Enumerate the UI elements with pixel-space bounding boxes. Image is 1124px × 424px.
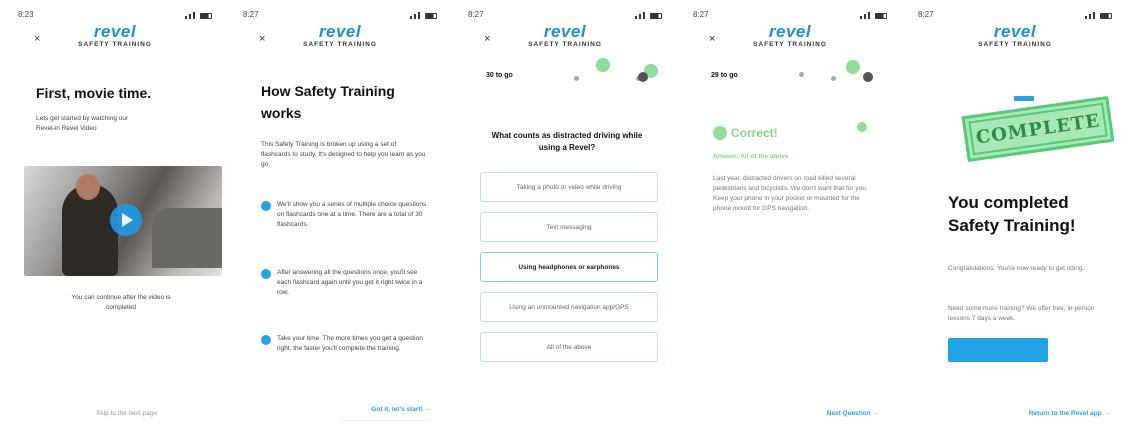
status-time: 8:27	[918, 10, 934, 19]
bullet-text: After answering all the questions once, …	[277, 269, 423, 297]
video-note: You can continue after the video is comp…	[71, 294, 171, 312]
status-time: 8:23	[18, 10, 34, 19]
screen-correct: 8:27 revel SAFETY TRAINING × 29 to go Co…	[681, 0, 899, 424]
progress-dot	[846, 60, 860, 74]
status-time: 8:27	[693, 10, 709, 19]
congrats-text: Congratulations. You're now ready to get…	[948, 265, 1085, 272]
screen-movie-time: 8:23 revel SAFETY TRAINING × First, movi…	[6, 0, 224, 424]
check-icon	[713, 126, 727, 140]
progress-dot	[863, 72, 873, 82]
close-icon[interactable]: ×	[484, 33, 490, 45]
status-time: 8:27	[243, 10, 259, 19]
progress-dot	[574, 76, 579, 81]
primary-cta-button[interactable]	[948, 338, 1048, 362]
signal-icon	[410, 12, 437, 19]
close-icon[interactable]: ×	[709, 33, 715, 45]
close-icon[interactable]: ×	[259, 33, 265, 45]
screen-complete: 8:27 revel SAFETY TRAINING COMPLETE You …	[906, 0, 1124, 424]
close-icon[interactable]: ×	[34, 33, 40, 45]
bullet-text: Take your time. The more times you get a…	[277, 335, 423, 353]
status-bar: 8:27	[693, 10, 887, 22]
skip-link[interactable]: Skip to the next page	[96, 410, 157, 417]
video-scooter	[152, 208, 222, 268]
page-subtitle: SAFETY TRAINING	[978, 41, 1052, 48]
return-to-app-link[interactable]: Return to the Revel app →	[1029, 410, 1110, 417]
bullet-dot-icon	[261, 335, 271, 345]
status-bar: 8:27	[243, 10, 437, 22]
stamp-text: COMPLETE	[968, 102, 1108, 156]
result-answer: Answer: All of the above	[713, 153, 789, 160]
bullet-item: After answering all the questions once, …	[261, 268, 429, 298]
bullet-item: Take your time. The more times you get a…	[261, 334, 429, 354]
stamp-tape	[1014, 96, 1034, 101]
answer-option-selected[interactable]: Using headphones or earphones	[480, 252, 658, 282]
progress-tracker: 30 to go	[486, 58, 658, 84]
video-person-head	[76, 174, 100, 200]
play-icon[interactable]	[110, 204, 142, 236]
bullet-text: We'll show you a series of multiple choi…	[277, 201, 427, 229]
intro-text: This Safety Training is broken up using …	[261, 141, 426, 169]
training-offer-text: Need some more training? We offer free, …	[948, 305, 1095, 323]
bullet-dot-icon	[261, 269, 271, 279]
explanation-text: Last year, distracted drivers on road ki…	[713, 175, 868, 213]
signal-icon	[185, 12, 212, 19]
signal-icon	[1085, 12, 1112, 19]
screen-question: 8:27 revel SAFETY TRAINING × 30 to go Wh…	[456, 0, 674, 424]
intro-text: Lets get started by watching our Revel-i…	[36, 115, 129, 133]
status-bar: 8:23	[18, 10, 212, 22]
status-time: 8:27	[468, 10, 484, 19]
progress-label: 30 to go	[486, 72, 513, 79]
page-title: First, movie time.	[36, 85, 152, 101]
answer-option[interactable]: All of the above	[480, 332, 658, 362]
revel-logo: revel	[993, 22, 1037, 41]
decor-dot	[857, 122, 867, 132]
signal-icon	[635, 12, 662, 19]
next-question-link[interactable]: Next Question →	[827, 410, 879, 417]
progress-dot	[831, 76, 836, 81]
answer-option[interactable]: Taking a photo or video while driving	[480, 172, 658, 202]
bullet-item: We'll show you a series of multiple choi…	[261, 200, 429, 230]
status-bar: 8:27	[918, 10, 1112, 22]
page-title: You completed Safety Training!	[948, 193, 1076, 235]
question-text: What counts as distracted driving while …	[491, 131, 643, 152]
progress-label: 29 to go	[711, 72, 738, 79]
divider	[341, 420, 431, 421]
answer-option[interactable]: Text messaging	[480, 212, 658, 242]
screen-how-it-works: 8:27 revel SAFETY TRAINING × How Safety …	[231, 0, 449, 424]
status-bar: 8:27	[468, 10, 662, 22]
page-title: How Safety Training works	[261, 83, 395, 122]
result-title: Correct!	[731, 126, 778, 140]
complete-stamp: COMPLETE	[961, 95, 1115, 163]
training-video[interactable]	[24, 166, 222, 276]
progress-dot	[799, 72, 804, 77]
progress-tracker: 29 to go	[711, 60, 873, 84]
start-link[interactable]: Got it, let's start! →	[371, 406, 431, 413]
progress-dot	[638, 72, 648, 82]
bullet-dot-icon	[261, 201, 271, 211]
progress-dot	[596, 58, 610, 72]
answer-option[interactable]: Using an unmounted navigation app/GPS	[480, 292, 658, 322]
signal-icon	[860, 12, 887, 19]
